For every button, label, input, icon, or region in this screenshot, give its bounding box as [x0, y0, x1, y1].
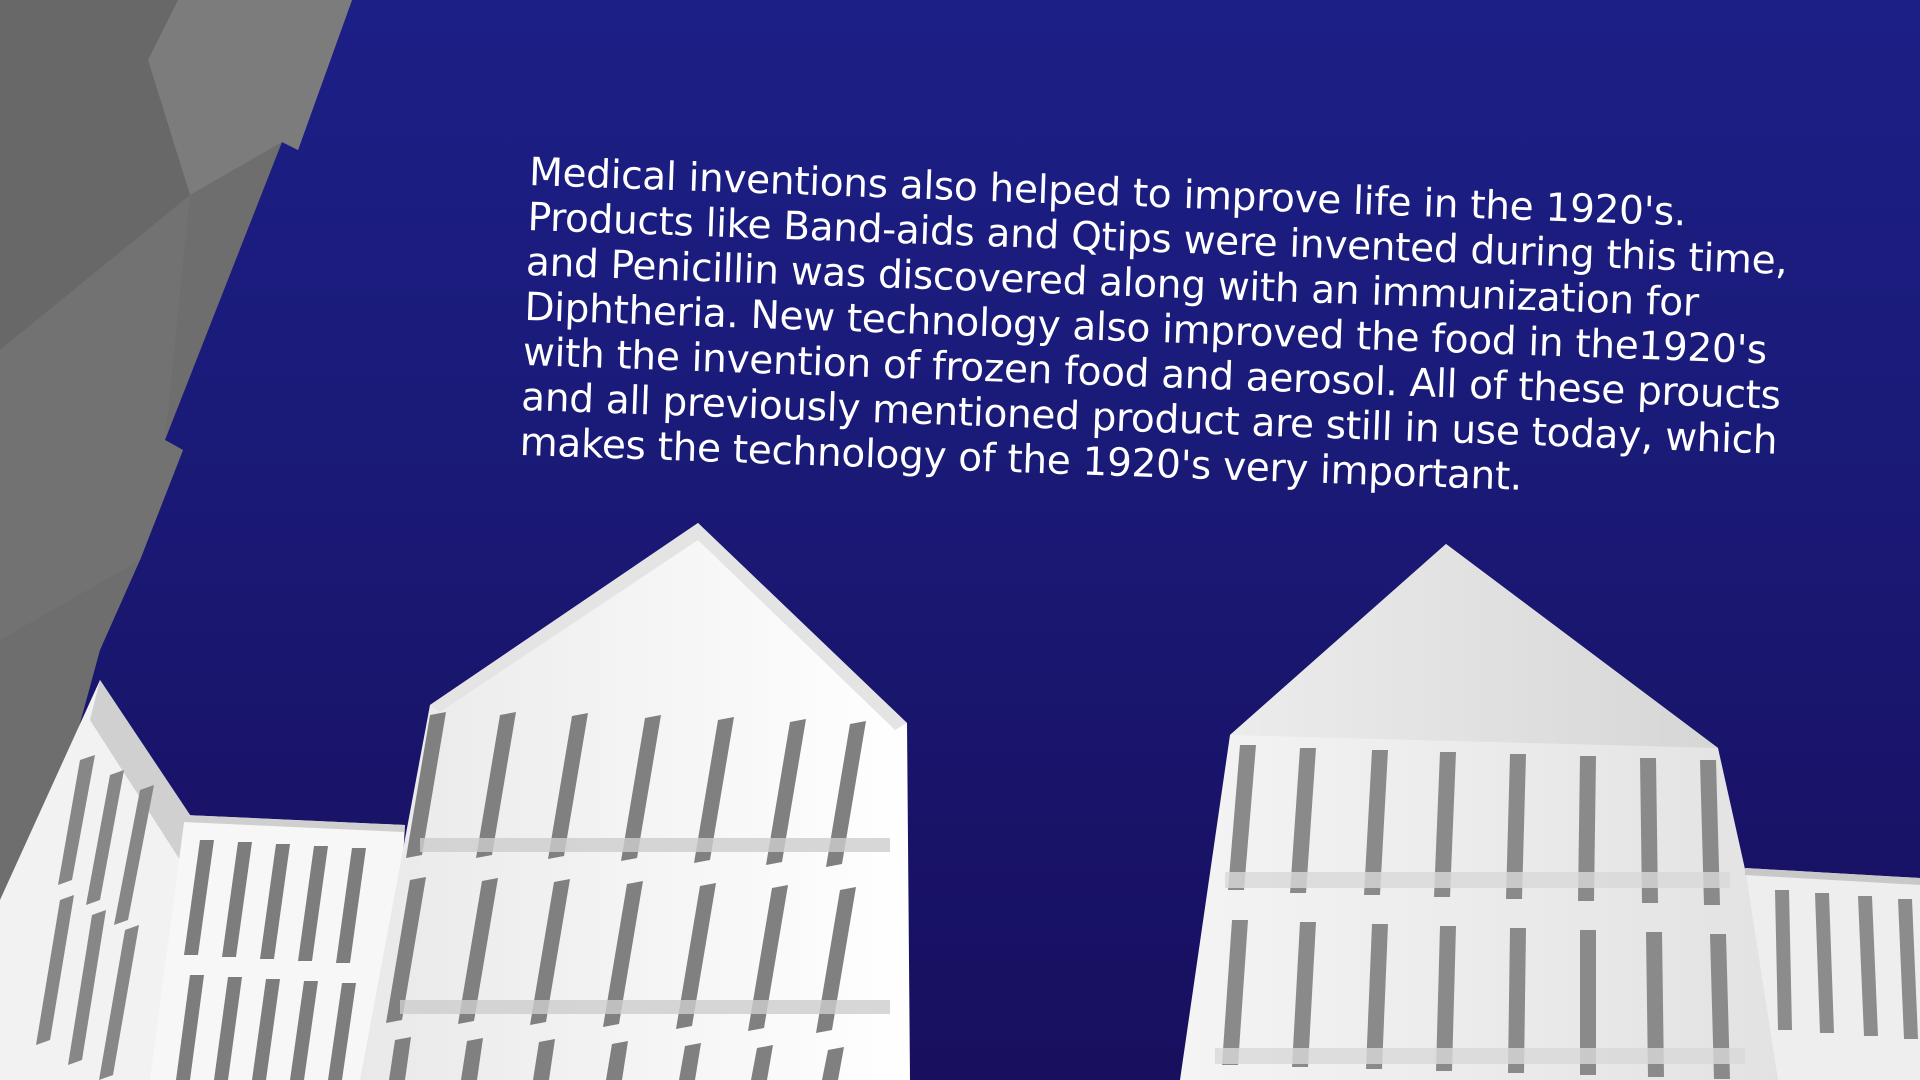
slide-canvas: Medical inventions also helped to improv… [0, 0, 1920, 1080]
building-right [1180, 544, 1792, 1080]
connector-block [150, 815, 405, 1080]
slide-caption: Medical inventions also helped to improv… [519, 150, 1849, 511]
skyscraper-illustration [0, 0, 1920, 1080]
building-left [360, 523, 910, 1080]
